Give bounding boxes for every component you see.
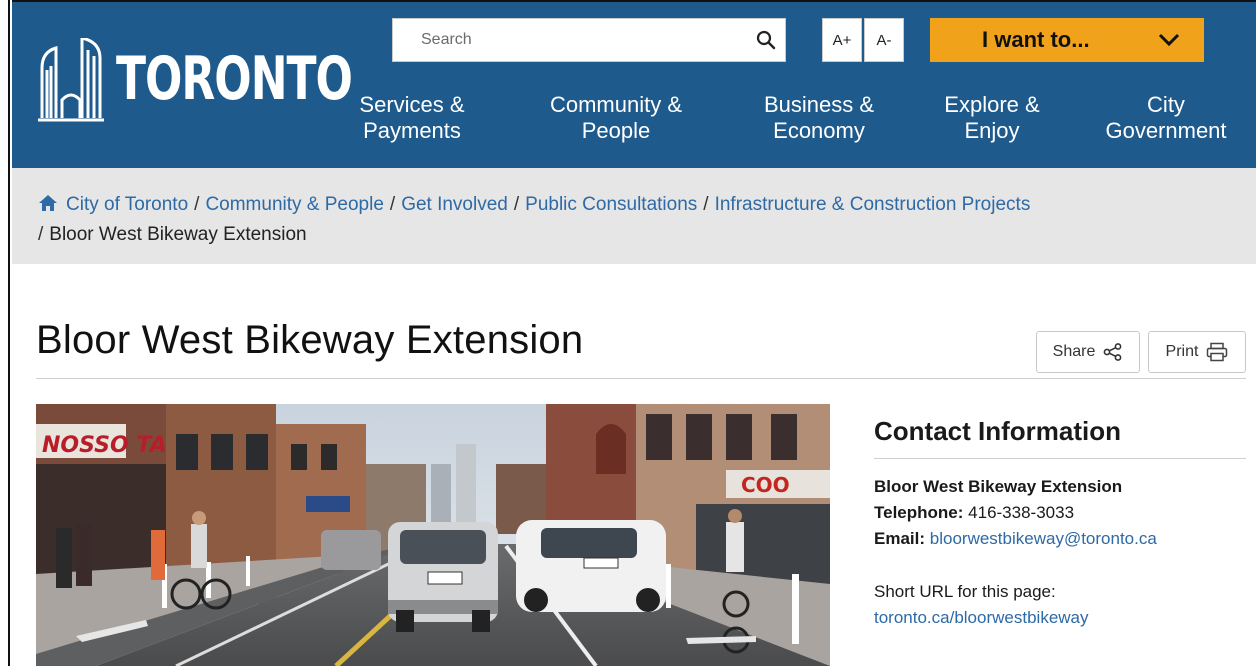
contact-email-row: Email: bloorwestbikeway@toronto.ca (874, 526, 1157, 552)
font-increase-button[interactable]: A+ (822, 18, 862, 62)
contact-name: Bloor West Bikeway Extension (874, 477, 1123, 496)
city-hall-logo-icon (38, 38, 104, 122)
nav-label-line2: Economy (773, 118, 865, 143)
printer-icon (1207, 342, 1228, 362)
nav-label-line2: Government (1105, 118, 1227, 143)
nav-services-payments[interactable]: Services & Payments (356, 92, 468, 144)
font-decrease-button[interactable]: A- (864, 18, 904, 62)
page-title: Bloor West Bikeway Extension (36, 318, 584, 362)
contact-heading: Contact Information (874, 416, 1121, 446)
contact-divider (874, 458, 1246, 459)
email-label: Email: (874, 529, 926, 548)
contact-details: Bloor West Bikeway Extension Telephone: … (874, 474, 1157, 552)
nav-label-line1: Services & (359, 92, 465, 117)
i-want-to-label: I want to... (982, 27, 1090, 52)
share-icon (1103, 343, 1122, 361)
nav-business-economy[interactable]: Business & Economy (756, 92, 882, 144)
hero-image-bike-lane: NOSSO TALHO COO (36, 404, 830, 666)
breadcrumb-current: Bloor West Bikeway Extension (49, 224, 307, 245)
short-url-link[interactable]: toronto.ca/bloorwestbikeway (874, 608, 1089, 627)
i-want-to-dropdown[interactable]: I want to... (930, 18, 1204, 62)
email-link[interactable]: bloorwestbikeway@toronto.ca (930, 529, 1157, 548)
chevron-down-icon (1158, 33, 1180, 47)
search-button[interactable] (747, 19, 785, 61)
store-sign-coo: COO (741, 473, 790, 497)
telephone-label: Telephone: (874, 503, 964, 522)
breadcrumb-separator: / (389, 194, 396, 215)
nav-label-line1: Community & (549, 92, 683, 117)
nav-label-line2: Payments (363, 118, 461, 143)
nav-explore-enjoy[interactable]: Explore & Enjoy (940, 92, 1044, 144)
home-icon[interactable] (38, 194, 58, 212)
breadcrumb-link-city-of-toronto[interactable]: City of Toronto (66, 194, 188, 215)
title-divider (36, 378, 1246, 379)
short-url-label: Short URL for this page: (874, 582, 1056, 601)
short-url-block: Short URL for this page: toronto.ca/bloo… (874, 579, 1089, 631)
nav-community-people[interactable]: Community & People (540, 92, 692, 144)
print-button[interactable]: Print (1148, 331, 1246, 373)
nav-label-line1: Explore & (944, 92, 1040, 117)
share-label: Share (1052, 343, 1096, 360)
site-header: TORONTO A+ A- I want to... Services & Pa… (12, 0, 1256, 168)
nav-label-line1: Business & (763, 92, 875, 117)
share-button[interactable]: Share (1036, 331, 1140, 373)
nav-label-line2: People (581, 118, 651, 143)
nav-city-government[interactable]: City Government (1094, 92, 1238, 144)
search-box (392, 18, 786, 62)
breadcrumb-link-get-involved[interactable]: Get Involved (401, 194, 508, 215)
print-label: Print (1165, 343, 1199, 360)
logo-wordmark: TORONTO (116, 44, 353, 114)
window-frame (0, 0, 10, 666)
telephone-value: 416-338-3033 (968, 503, 1075, 522)
breadcrumb-separator: / (703, 194, 709, 215)
search-input[interactable] (393, 19, 747, 61)
breadcrumb: City of Toronto / Community & People / Get I… (12, 168, 1256, 264)
street-scene-image: NOSSO TALHO COO (36, 404, 830, 666)
breadcrumb-link-community-people[interactable]: Community & People (205, 194, 383, 215)
nav-label-line2: Enjoy (964, 118, 1020, 143)
breadcrumb-link-infrastructure[interactable]: Infrastructure & Construction Projects (715, 194, 1031, 215)
contact-telephone-row: Telephone: 416-338-3033 (874, 500, 1157, 526)
breadcrumb-link-public-consultations[interactable]: Public Consultations (525, 194, 697, 215)
search-icon (756, 30, 776, 50)
toronto-logo[interactable]: TORONTO (36, 38, 353, 122)
breadcrumb-separator: / (194, 194, 200, 215)
breadcrumb-separator: / (513, 194, 520, 215)
breadcrumb-separator: / (38, 224, 44, 245)
nav-label-line1: City (1147, 92, 1185, 117)
